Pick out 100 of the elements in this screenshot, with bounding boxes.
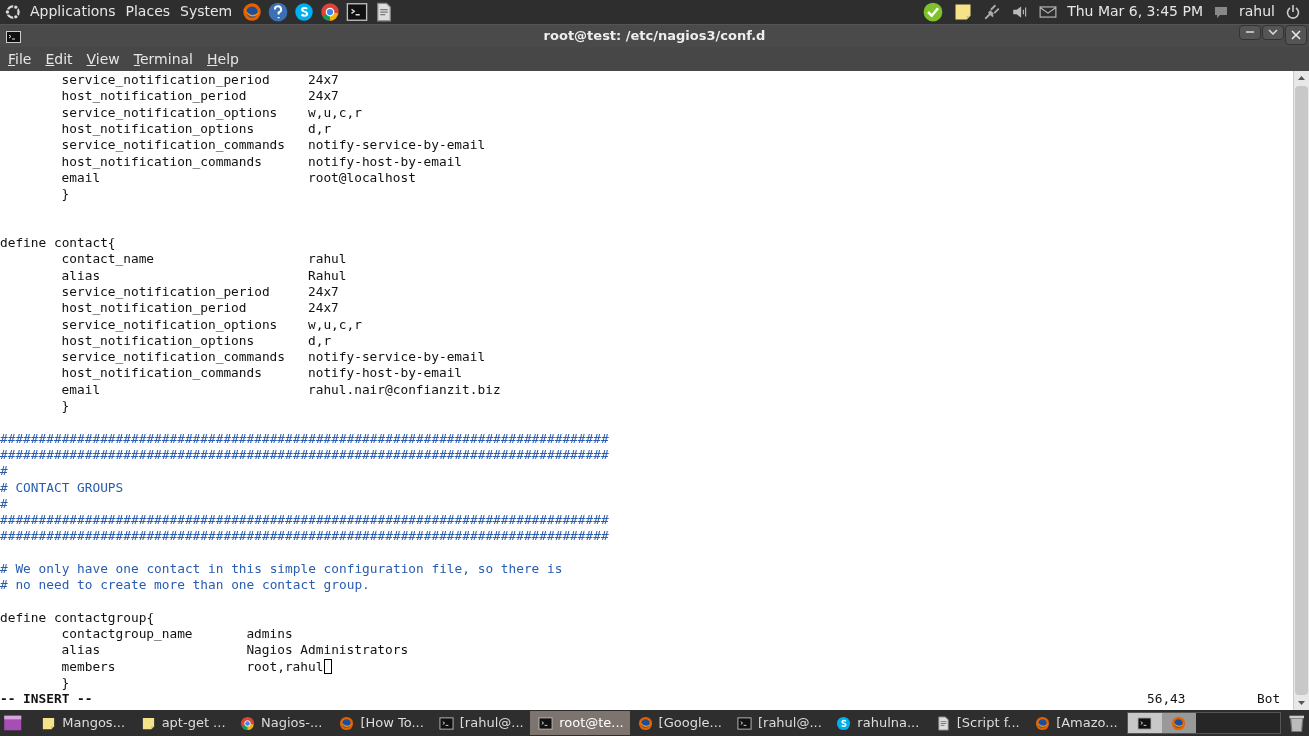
terminal-icon — [6, 30, 21, 43]
minimize-icon[interactable] — [1245, 30, 1255, 35]
firefox-icon[interactable] — [1035, 715, 1051, 731]
skype-icon[interactable] — [294, 1, 315, 22]
trash-icon[interactable] — [1286, 713, 1306, 734]
config-value: d,r — [308, 120, 332, 138]
firefox-icon[interactable] — [242, 1, 263, 22]
code-line: define contact{ — [0, 235, 116, 252]
config-key: email — [61, 169, 308, 187]
comment-line: # — [0, 495, 8, 513]
config-value: 24x7 — [308, 300, 339, 317]
user-name[interactable]: rahul — [1239, 1, 1275, 23]
terminal-icon[interactable] — [438, 715, 454, 731]
close-button[interactable] — [1285, 24, 1307, 45]
config-key: service_notification_options — [61, 316, 308, 333]
terminal-icon[interactable] — [1137, 715, 1153, 731]
workspace-switcher[interactable] — [1126, 712, 1281, 735]
scroll-position: Bot — [1257, 691, 1282, 708]
config-value: rahul.nair@confianzit.biz — [308, 381, 501, 398]
comment-line: ############################################################################### — [0, 446, 609, 464]
config-value: admins — [246, 626, 293, 643]
panel-menu[interactable]: System — [180, 1, 233, 23]
window-title: root@test: /etc/nagios3/conf.d — [543, 27, 766, 46]
comment-line: ############################################################################### — [0, 512, 609, 529]
config-key: host_notification_options — [61, 120, 308, 138]
taskbar-button[interactable]: [Google... — [629, 711, 729, 736]
config-key: members — [61, 658, 247, 676]
document-icon[interactable] — [935, 715, 951, 731]
closing-brace: } — [61, 186, 70, 203]
terminal-icon[interactable] — [346, 0, 369, 23]
menu-item[interactable]: Terminal — [133, 48, 193, 70]
chevron-down-icon[interactable] — [1268, 29, 1278, 36]
config-value: 24x7 — [308, 283, 339, 301]
sticky-note-icon[interactable] — [41, 715, 57, 731]
code-line: define contactgroup{ — [0, 609, 155, 627]
closing-brace: } — [61, 675, 70, 692]
taskbar-button[interactable]: Nagios-... — [232, 711, 332, 736]
config-key: contactgroup_name — [61, 626, 247, 643]
config-key: host_notification_options — [61, 332, 308, 350]
comment-line: # CONTACT GROUPS — [0, 479, 124, 496]
config-value: notify-host-by-email — [308, 365, 463, 382]
closing-brace: } — [61, 398, 70, 415]
config-value: 24x7 — [308, 72, 339, 89]
comment-line: # no need to create more than one contact group. — [0, 577, 370, 594]
vim-mode-indicator: -- INSERT -- — [0, 691, 93, 708]
close-icon[interactable] — [1291, 29, 1301, 40]
panel-menu[interactable]: Applications — [30, 1, 116, 23]
firefox-icon[interactable] — [637, 715, 653, 731]
comment-line: # — [0, 463, 8, 480]
scrollbar-thumb[interactable] — [1295, 86, 1308, 696]
help-icon[interactable] — [268, 1, 289, 22]
chrome-icon[interactable] — [240, 715, 255, 731]
config-value: 24x7 — [308, 88, 339, 105]
taskbar-button[interactable]: root@te... — [530, 711, 630, 736]
panel-menu[interactable]: Places — [125, 1, 171, 23]
terminal-icon[interactable] — [736, 715, 752, 731]
menu-item[interactable]: Help — [207, 48, 239, 70]
taskbar-button[interactable]: [Amazo... — [1027, 711, 1127, 736]
config-value: Nagios Administrators — [246, 642, 409, 659]
config-value: root,rahul — [246, 658, 324, 676]
config-value: w,u,c,r — [308, 104, 362, 121]
menu-item[interactable]: View — [86, 48, 120, 70]
taskbar-button[interactable]: rahulna... — [828, 711, 928, 736]
config-value: d,r — [308, 332, 332, 350]
menu-item[interactable]: File — [8, 48, 32, 70]
comment-line: # We only have one contact in this simple configuration file, so there is — [0, 561, 563, 578]
network-plug-icon[interactable] — [983, 2, 1002, 21]
scrollbar[interactable] — [1293, 71, 1309, 711]
firefox-icon[interactable] — [339, 715, 355, 731]
taskbar-button[interactable]: [rahul@... — [430, 711, 531, 736]
config-key: email — [61, 381, 308, 398]
config-key: host_notification_period — [61, 300, 308, 317]
config-key: service_notification_commands — [61, 137, 308, 154]
comment-line: ############################################################################### — [0, 430, 609, 447]
chrome-icon[interactable] — [320, 1, 341, 22]
config-value: notify-service-by-email — [308, 137, 486, 154]
taskbar-button[interactable]: apt-get ... — [132, 711, 232, 736]
config-value: Rahul — [308, 267, 347, 284]
taskbar-button[interactable]: [Script f... — [927, 711, 1028, 736]
terminal-icon[interactable] — [538, 715, 554, 731]
config-value: notify-service-by-email — [308, 349, 486, 366]
taskbar-button[interactable]: [rahul@... — [728, 711, 829, 736]
skype-icon[interactable] — [836, 715, 852, 731]
config-key: service_notification_options — [61, 104, 308, 121]
check-badge-icon[interactable] — [923, 1, 944, 22]
firefox-icon[interactable] — [1171, 715, 1187, 731]
config-key: alias — [61, 642, 247, 659]
taskbar-button[interactable]: Mangos... — [33, 711, 133, 736]
config-value: w,u,c,r — [308, 316, 362, 333]
power-icon[interactable] — [1285, 3, 1301, 20]
sticky-note-icon[interactable] — [140, 715, 156, 731]
cursor-position: 56,43 — [1147, 691, 1187, 708]
config-key: alias — [61, 267, 308, 284]
config-key: contact_name — [61, 251, 308, 268]
config-key: service_notification_period — [61, 72, 308, 89]
taskbar-button[interactable]: [How To... — [331, 711, 431, 736]
config-key: host_notification_commands — [61, 365, 308, 382]
menu-item[interactable]: Edit — [45, 48, 73, 70]
ubuntu-logo-icon[interactable] — [4, 2, 22, 21]
clock[interactable]: Thu Mar 6, 3:45 PM — [1067, 1, 1203, 23]
